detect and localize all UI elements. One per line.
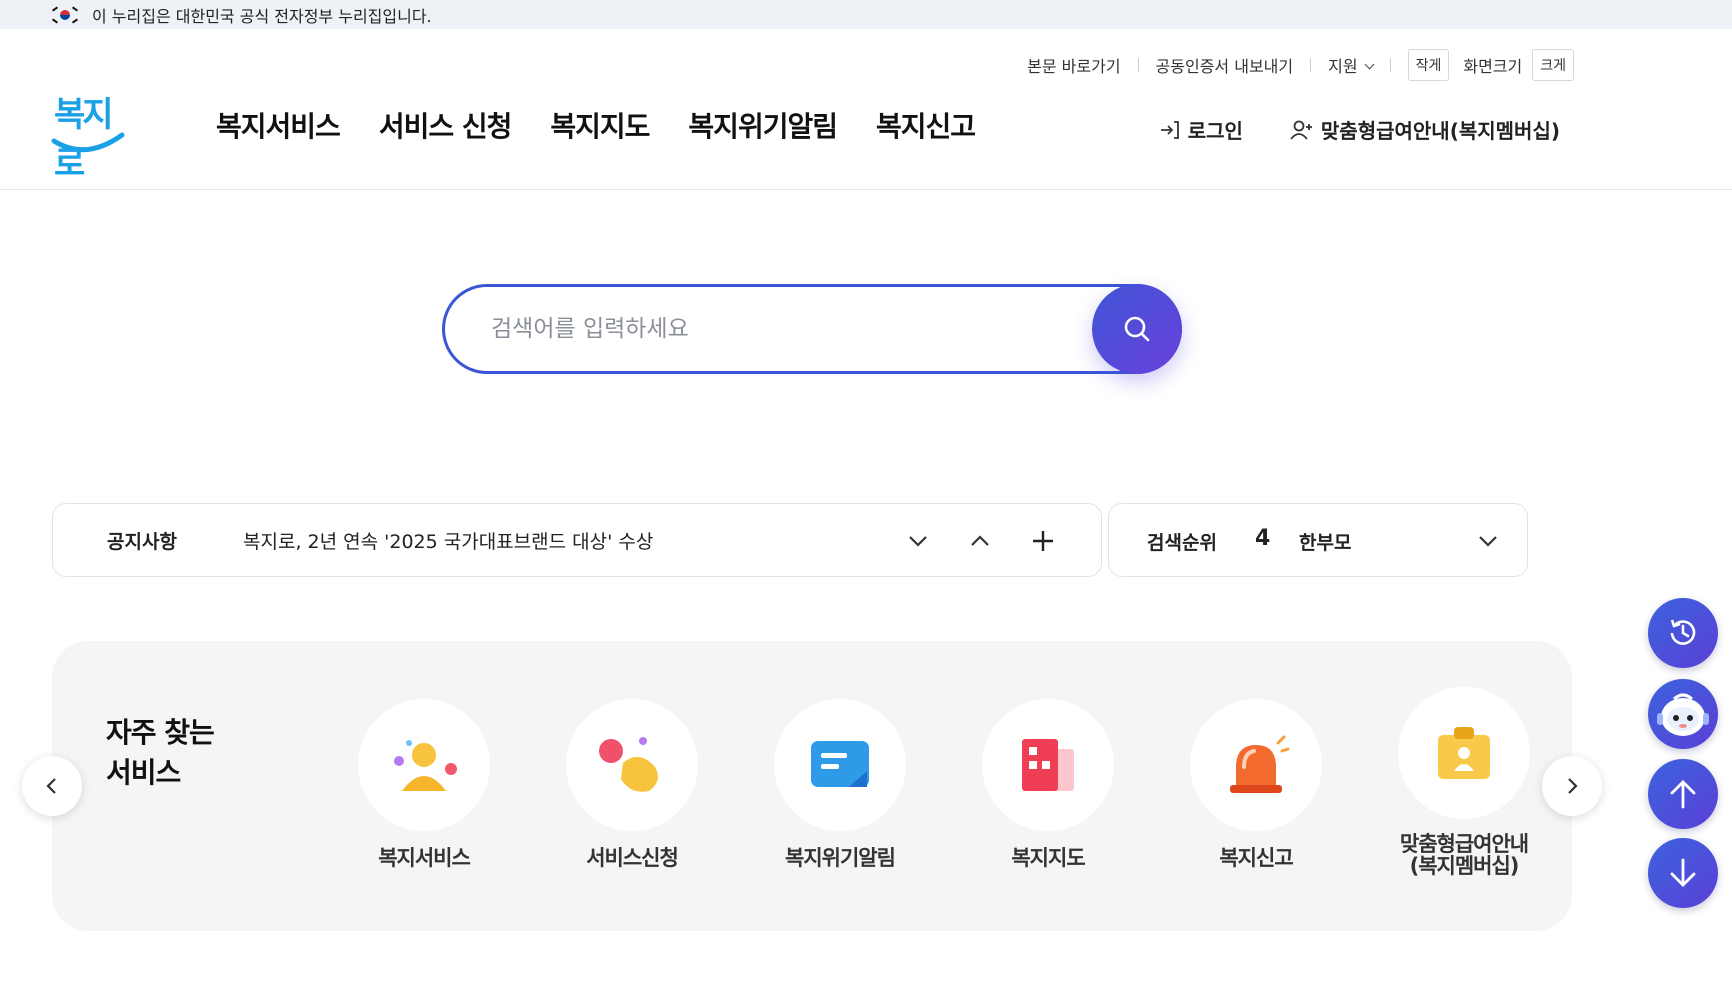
chatbot-icon bbox=[1657, 693, 1709, 736]
quick-title-line2: 서비스 bbox=[106, 756, 181, 789]
chevron-down-icon bbox=[1479, 536, 1497, 547]
login-icon bbox=[1160, 120, 1179, 139]
screen-size-label: 화면크기 bbox=[1463, 57, 1523, 76]
membership-button[interactable]: 맞춤형급여안내(복지멤버십) bbox=[1289, 115, 1560, 144]
logo-smile-icon bbox=[51, 132, 125, 153]
siren-icon bbox=[1230, 735, 1290, 793]
chevron-down-icon bbox=[1364, 59, 1375, 70]
quick-icon-circle bbox=[1398, 687, 1530, 819]
notice-prev-button[interactable] bbox=[965, 526, 995, 556]
plus-icon bbox=[1033, 531, 1053, 551]
rank-expand-button[interactable] bbox=[1473, 526, 1503, 556]
support-label: 지원 bbox=[1328, 57, 1358, 76]
carousel-next-button[interactable] bbox=[1542, 756, 1602, 816]
nav-welfare-report[interactable]: 복지신고 bbox=[876, 105, 976, 145]
utility-links: 본문 바로가기 공동인증서 내보내기 지원 작게 화면크기 크게 bbox=[1027, 49, 1574, 81]
site-header: 본문 바로가기 공동인증서 내보내기 지원 작게 화면크기 크게 복지로 복지서… bbox=[0, 29, 1732, 190]
quick-item-welfare-report[interactable]: 복지신고 bbox=[1171, 699, 1341, 869]
chevron-up-icon bbox=[971, 535, 989, 546]
message-alert-icon bbox=[811, 741, 869, 787]
notice-text[interactable]: 복지로, 2년 연속 '2025 국가대표브랜드 대상' 수상 bbox=[243, 527, 653, 554]
divider bbox=[1310, 58, 1312, 72]
arrow-up-icon bbox=[1670, 780, 1696, 809]
nav-welfare-map[interactable]: 복지지도 bbox=[550, 105, 650, 145]
arrow-down-icon bbox=[1670, 858, 1696, 887]
notice-label: 공지사항 bbox=[107, 530, 177, 553]
notice-more-button[interactable] bbox=[1028, 526, 1058, 556]
search-input[interactable] bbox=[491, 309, 1051, 349]
quick-label-line2: (복지멤버십) bbox=[1409, 854, 1520, 878]
quick-services-title: 자주 찾는 서비스 bbox=[106, 713, 215, 793]
skip-to-content-link[interactable]: 본문 바로가기 bbox=[1027, 53, 1120, 77]
carousel-prev-button[interactable] bbox=[22, 756, 82, 816]
font-small-button[interactable]: 작게 bbox=[1407, 49, 1450, 81]
quick-label: 서비스신청 bbox=[586, 846, 679, 870]
building-map-icon bbox=[1022, 739, 1074, 791]
recent-history-button[interactable] bbox=[1648, 598, 1718, 668]
user-add-icon bbox=[1290, 120, 1312, 140]
quick-item-crisis-alert[interactable]: 복지위기알림 bbox=[755, 699, 925, 869]
search-bar bbox=[442, 284, 1182, 374]
id-card-icon bbox=[1438, 727, 1490, 779]
quick-item-welfare-service[interactable]: 복지서비스 bbox=[339, 699, 509, 869]
search-button[interactable] bbox=[1092, 284, 1182, 374]
quick-icon-circle bbox=[566, 699, 698, 831]
quick-icon-circle bbox=[774, 699, 906, 831]
export-certificate-link[interactable]: 공동인증서 내보내기 bbox=[1156, 53, 1294, 77]
search-rank-bar[interactable]: 검색순위 4 한부모 bbox=[1108, 503, 1528, 577]
gov-banner: 이 누리집은 대한민국 공식 전자정부 누리집입니다. bbox=[0, 0, 1732, 29]
main-nav: 복지서비스 서비스 신청 복지지도 복지위기알림 복지신고 bbox=[216, 105, 1014, 145]
nav-welfare-service[interactable]: 복지서비스 bbox=[216, 105, 341, 145]
scroll-top-button[interactable] bbox=[1648, 759, 1718, 829]
quick-label-line1: 맞춤형급여안내 bbox=[1399, 832, 1529, 856]
chevron-right-icon bbox=[1568, 778, 1578, 794]
divider bbox=[1137, 58, 1139, 72]
font-large-button[interactable]: 크게 bbox=[1532, 49, 1574, 81]
quick-label: 맞춤형급여안내 (복지멤버십) bbox=[1379, 833, 1549, 877]
quick-item-service-apply[interactable]: 서비스신청 bbox=[547, 699, 717, 869]
quick-label: 복지지도 bbox=[1011, 846, 1085, 870]
quick-item-membership[interactable]: 맞춤형급여안내 (복지멤버십) bbox=[1379, 687, 1549, 877]
notice-bar: 공지사항 복지로, 2년 연속 '2025 국가대표브랜드 대상' 수상 bbox=[52, 503, 1102, 577]
search-rank-number: 4 bbox=[1255, 526, 1271, 551]
quick-services: 자주 찾는 서비스 복지서비스 서비스신청 복지위기알림 복지지도 복지신고 맞… bbox=[52, 641, 1572, 931]
search-rank-label: 검색순위 bbox=[1147, 532, 1217, 554]
chevron-down-icon bbox=[909, 536, 927, 547]
divider bbox=[1389, 58, 1391, 72]
history-icon bbox=[1670, 619, 1696, 645]
quick-icon-circle bbox=[1190, 699, 1322, 831]
hand-tap-icon bbox=[599, 737, 658, 792]
gov-banner-text: 이 누리집은 대한민국 공식 전자정부 누리집입니다. bbox=[92, 6, 432, 26]
scroll-bottom-button[interactable] bbox=[1648, 838, 1718, 908]
chatbot-button[interactable] bbox=[1648, 679, 1718, 749]
bokjiro-logo[interactable]: 복지로 bbox=[50, 87, 126, 184]
chevron-left-icon bbox=[46, 778, 56, 794]
login-label: 로그인 bbox=[1187, 119, 1243, 143]
nav-crisis-alert[interactable]: 복지위기알림 bbox=[688, 105, 838, 145]
quick-label: 복지서비스 bbox=[378, 846, 471, 870]
korea-flag-icon bbox=[51, 5, 79, 24]
quick-icon-circle bbox=[358, 699, 490, 831]
membership-label: 맞춤형급여안내(복지멤버십) bbox=[1320, 119, 1560, 143]
person-service-icon bbox=[394, 740, 457, 791]
login-button[interactable]: 로그인 bbox=[1158, 115, 1243, 144]
notice-next-button[interactable] bbox=[903, 526, 933, 556]
nav-service-apply[interactable]: 서비스 신청 bbox=[379, 105, 513, 145]
quick-title-line1: 자주 찾는 bbox=[106, 716, 215, 749]
quick-label: 복지위기알림 bbox=[785, 846, 896, 870]
search-icon bbox=[1124, 316, 1150, 342]
support-dropdown[interactable]: 지원 bbox=[1328, 53, 1375, 77]
header-actions: 로그인 맞춤형급여안내(복지멤버십) bbox=[1158, 115, 1560, 144]
search-rank-keyword[interactable]: 한부모 bbox=[1299, 528, 1351, 555]
quick-item-welfare-map[interactable]: 복지지도 bbox=[963, 699, 1133, 869]
quick-icon-circle bbox=[982, 699, 1114, 831]
quick-label: 복지신고 bbox=[1219, 846, 1293, 870]
